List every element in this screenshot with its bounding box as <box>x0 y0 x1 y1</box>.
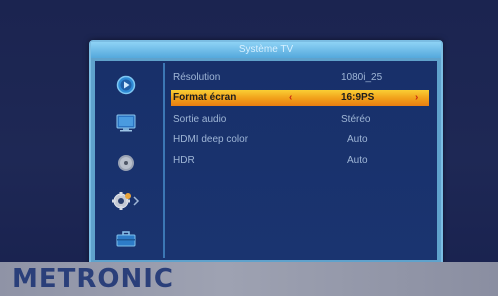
disc-icon[interactable] <box>114 153 138 173</box>
monitor-icon[interactable] <box>114 113 138 133</box>
dialog-title: Système TV <box>91 42 441 58</box>
right-arrow-icon[interactable]: › <box>415 90 418 106</box>
menu-item-hdr[interactable]: HDR Auto <box>173 153 429 169</box>
menu-item-value: Auto <box>347 155 368 166</box>
menu-item-hdmi-deep-color[interactable]: HDMI deep color Auto <box>173 132 429 148</box>
tv-screen: Système TV Résolution 1080i_25 Format éc… <box>0 0 498 266</box>
menu-item-value: 16:9PS <box>341 92 375 103</box>
brand-logo: METRONIC <box>12 264 175 294</box>
brand-bar: METRONIC <box>0 262 498 296</box>
menu-item-label: Format écran <box>173 92 237 103</box>
menu-item-value: Auto <box>347 134 368 145</box>
menu-item-format-ecran[interactable]: Format écran ‹ 16:9PS › <box>171 90 429 106</box>
settings-gear-icon[interactable] <box>109 191 143 211</box>
menu-item-label: Sortie audio <box>173 114 227 125</box>
menu-item-resolution[interactable]: Résolution 1080i_25 <box>173 70 429 86</box>
menu-item-label: Résolution <box>173 72 221 83</box>
menu-item-sortie-audio[interactable]: Sortie audio Stéréo <box>173 112 429 128</box>
category-sidebar <box>95 61 161 260</box>
dialog-body: Résolution 1080i_25 Format écran ‹ 16:9P… <box>95 61 437 260</box>
menu-item-value: Stéréo <box>341 114 371 125</box>
menu-item-value: 1080i_25 <box>341 72 383 83</box>
briefcase-icon[interactable] <box>114 229 138 249</box>
menu-item-label: HDMI deep color <box>173 134 249 145</box>
sidebar-divider <box>163 63 165 258</box>
play-icon[interactable] <box>114 75 138 95</box>
menu-item-label: HDR <box>173 155 195 166</box>
tv-system-dialog: Système TV Résolution 1080i_25 Format éc… <box>89 40 443 266</box>
left-arrow-icon[interactable]: ‹ <box>289 90 292 106</box>
